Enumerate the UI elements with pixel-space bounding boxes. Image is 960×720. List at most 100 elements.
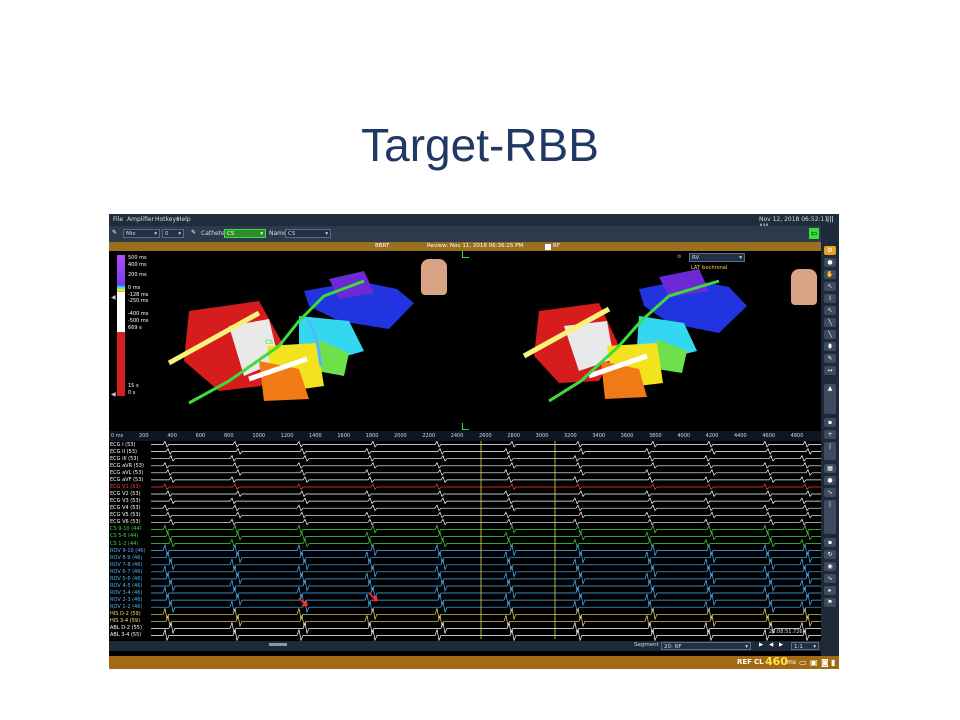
expand-icon[interactable]: ▸: [824, 586, 836, 595]
channel-label[interactable]: ECG aVR (53): [110, 463, 144, 469]
review-bar: BBRT Review: Nov 11, 2018 06:36:25 PM RF: [109, 242, 821, 251]
ruler-tick-label: 4000: [677, 433, 691, 439]
channel-label[interactable]: ECG II (53): [110, 449, 137, 455]
monitor-icon[interactable]: ▭: [799, 658, 807, 667]
name-dropdown[interactable]: CS ▾: [285, 229, 331, 238]
channel-label[interactable]: ABL D-2 (55): [110, 625, 142, 631]
ref-label: REF: [737, 658, 752, 666]
eye-icon[interactable]: ◉: [824, 562, 836, 571]
scale-label: -250 ms: [128, 298, 149, 304]
step-back-icon[interactable]: ◀: [769, 642, 773, 648]
point-icon[interactable]: ●: [824, 258, 836, 267]
channel-label[interactable]: HIS D-2 (59): [110, 611, 141, 617]
channel-label[interactable]: ECG V4 (53): [110, 505, 141, 511]
wave-icon[interactable]: ∿: [824, 574, 836, 583]
torso-orientation-icon[interactable]: [421, 259, 447, 295]
channel-label[interactable]: ECG V2 (53): [110, 491, 141, 497]
speed-slider[interactable]: |: [824, 500, 836, 534]
select-icon[interactable]: ↖: [824, 306, 836, 315]
map-number-dropdown[interactable]: 0 ▾: [162, 229, 184, 238]
egm-traces-panel[interactable]: ECG I (53) ECG II (53) ECG III (53) ECG aVR…: [109, 441, 821, 641]
segment-label: Segment: [634, 642, 659, 648]
segment-dropdown[interactable]: 20: RF ▾: [661, 642, 751, 650]
map-type-dropdown[interactable]: RV ▾: [689, 253, 745, 262]
torso-orientation-icon[interactable]: [791, 269, 817, 305]
camera-icon[interactable]: ◙: [821, 658, 829, 667]
curve-icon[interactable]: ∿: [824, 488, 836, 497]
channel-label[interactable]: CS 1-2 (44): [110, 541, 138, 547]
menu-file[interactable]: File: [113, 216, 123, 223]
speed-dropdown[interactable]: 1:1 ▾: [791, 642, 819, 650]
channel-label[interactable]: ROV 4-5 (46): [110, 583, 142, 589]
pin-icon[interactable]: ✎: [112, 229, 117, 236]
rf-checkbox-icon[interactable]: [545, 243, 551, 250]
ruler-tick-label: 3000: [535, 433, 549, 439]
channel-label[interactable]: ROV 3-4 (46): [110, 590, 142, 596]
channel-label[interactable]: ECG V6 (53): [110, 519, 141, 525]
brush-icon[interactable]: ✎: [824, 354, 836, 363]
ruler-icon[interactable]: ↔: [824, 366, 836, 375]
channel-trace: [151, 490, 821, 498]
channel-label[interactable]: ROV 5-6 (46): [110, 576, 142, 582]
channel-trace: [151, 538, 821, 548]
color-icon[interactable]: ▪: [824, 418, 836, 427]
menu-amplifier[interactable]: Amplifier: [127, 216, 154, 223]
channel-label[interactable]: ROV 1-2 (46): [110, 604, 142, 610]
arrow-left-icon[interactable]: ⇦: [809, 228, 819, 239]
ellipse-icon[interactable]: ⬮: [824, 342, 836, 351]
channel-label[interactable]: ECG aVL (53): [110, 470, 143, 476]
channel-label[interactable]: HIS 3-4 (59): [110, 618, 140, 624]
scale-label: 400 ms: [128, 262, 147, 268]
play-icon[interactable]: ▶: [759, 642, 763, 648]
pointer-icon[interactable]: ↖: [824, 282, 836, 291]
zoom-slider[interactable]: ▲: [824, 384, 836, 414]
channel-label[interactable]: CS 9-10 (44): [110, 526, 141, 532]
channel-trace: [151, 524, 821, 534]
channel-label[interactable]: ABL 3-4 (55): [110, 632, 141, 638]
flag-icon[interactable]: ⚑: [824, 598, 836, 607]
pan-hand-icon[interactable]: ✋: [824, 270, 836, 279]
line-icon[interactable]: ╲: [824, 330, 836, 339]
map-settings-icon[interactable]: ⚙: [677, 254, 681, 260]
channel-label[interactable]: ECG III (53): [110, 456, 138, 462]
channel-label[interactable]: ROV 8-9 (46): [110, 555, 142, 561]
channel-label[interactable]: ROV 7-8 (46): [110, 562, 142, 568]
channel-label[interactable]: ROV 6-7 (46): [110, 569, 142, 575]
right-3d-map[interactable]: [519, 251, 779, 431]
label-icon[interactable]: ▪: [824, 538, 836, 547]
settings-icon[interactable]: ⚙: [824, 246, 836, 255]
status-bar: REF CL 460 ms ▭ ▣ ◙ ▮: [109, 655, 839, 669]
step-forward-icon[interactable]: ▶: [779, 642, 783, 648]
refresh-icon[interactable]: ↻: [824, 550, 836, 559]
channel-trace: [151, 572, 821, 585]
channel-trace: [151, 447, 821, 455]
ruler-start-label: 0 ms: [111, 433, 124, 439]
map-view[interactable]: ◀ ◀ 500 ms 400 ms 200 ms 0 ms -128 ms -2…: [109, 251, 821, 431]
grid-icon[interactable]: ▦: [824, 464, 836, 473]
catheter-dropdown[interactable]: CS ▾: [224, 229, 266, 238]
vertical-scale-slider[interactable]: |: [824, 442, 836, 460]
measure-icon[interactable]: ╲: [824, 318, 836, 327]
channel-label[interactable]: ROV 2-3 (46): [110, 597, 142, 603]
channel-label[interactable]: ROV 9-10 (46): [110, 548, 146, 554]
window-icon[interactable]: ▣: [810, 658, 818, 667]
menu-help[interactable]: Help: [177, 216, 191, 223]
menu-hotkeys[interactable]: Hotkeys: [155, 216, 179, 223]
slider-handle-icon[interactable]: ◀: [111, 391, 116, 398]
text-cursor-icon[interactable]: I: [824, 294, 836, 303]
channel-label[interactable]: ECG V1 (53): [110, 484, 141, 490]
channel-label[interactable]: ECG I (53): [110, 442, 135, 448]
slider-handle-icon[interactable]: ◀: [111, 294, 116, 301]
name-value: CS: [288, 231, 296, 237]
scroll-thumb[interactable]: [269, 643, 287, 646]
zoom-in-icon[interactable]: +: [824, 430, 836, 439]
record-icon[interactable]: ●: [824, 476, 836, 485]
map-select-dropdown[interactable]: Mix ▾: [123, 229, 160, 238]
channel-label[interactable]: CS 5-6 (44): [110, 533, 138, 539]
grip-icon[interactable]: |||: [827, 216, 834, 223]
review-text: Review: Nov 11, 2018 06:36:25 PM: [427, 243, 524, 249]
channel-label[interactable]: ECG aVF (53): [110, 477, 143, 483]
channel-label[interactable]: ECG V3 (53): [110, 498, 141, 504]
lock-icon[interactable]: ▮: [831, 658, 835, 667]
channel-label[interactable]: ECG V5 (53): [110, 512, 141, 518]
